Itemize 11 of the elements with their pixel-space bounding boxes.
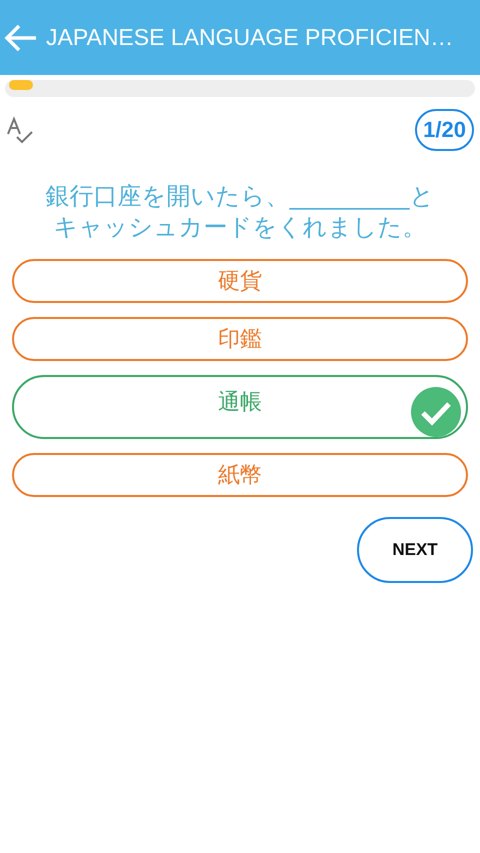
answer-option[interactable]: 硬貨 bbox=[12, 259, 468, 303]
answer-option[interactable]: 印鑑 bbox=[12, 317, 468, 361]
answer-option[interactable]: 通帳 bbox=[12, 375, 468, 439]
back-icon[interactable] bbox=[4, 22, 38, 52]
question-text: 銀行口座を開いたら、__________と キャッシュカードをくれました。 bbox=[44, 181, 436, 243]
next-button[interactable]: NEXT bbox=[357, 517, 473, 583]
check-icon bbox=[410, 386, 462, 438]
answer-option[interactable]: 紙幣 bbox=[12, 453, 468, 497]
app-title: JAPANESE LANGUAGE PROFICIEN… bbox=[46, 24, 454, 51]
question-counter: 1/20 bbox=[415, 109, 474, 151]
spellcheck-icon[interactable] bbox=[6, 116, 34, 144]
